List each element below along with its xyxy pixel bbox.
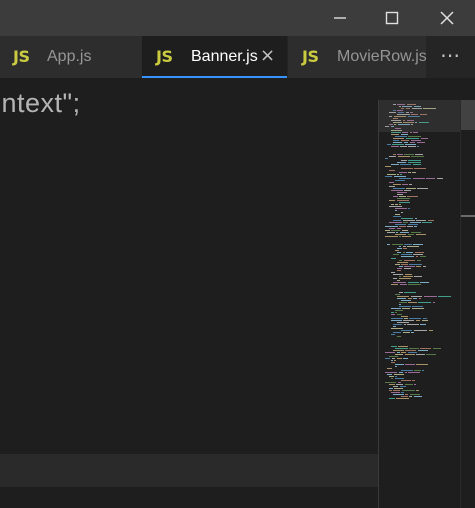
vertical-scrollbar[interactable]: [460, 100, 475, 508]
close-tab-icon[interactable]: ×: [260, 45, 275, 66]
tab-app-js[interactable]: JS App.js: [0, 36, 142, 78]
javascript-file-icon: JS: [302, 47, 319, 66]
tab-label: App.js: [47, 48, 92, 65]
scrollbar-marker: [461, 215, 475, 217]
minimap-viewport[interactable]: [379, 100, 461, 132]
close-window-button[interactable]: [424, 0, 470, 36]
maximize-icon: [385, 11, 399, 25]
tab-bar: JS App.js JS Banner.js × JS MovieRow.js …: [0, 36, 475, 78]
tab-label: Banner.js: [191, 48, 258, 65]
horizontal-scrollbar[interactable]: [0, 454, 378, 487]
code-editor[interactable]: ontext";: [0, 78, 378, 508]
minimap[interactable]: [378, 100, 461, 508]
tab-movierow-js[interactable]: JS MovieRow.js: [288, 36, 427, 78]
minimize-icon: [334, 17, 346, 19]
tab-label: MovieRow.js: [337, 48, 427, 65]
javascript-file-icon: JS: [13, 47, 30, 66]
code-line: ontext";: [0, 88, 81, 118]
more-actions-icon[interactable]: ⋯: [426, 36, 475, 78]
javascript-file-icon: JS: [156, 47, 173, 66]
minimap-code-preview: [385, 104, 451, 399]
scrollbar-thumb[interactable]: [461, 100, 475, 130]
close-icon: [440, 11, 454, 25]
minimize-button[interactable]: [317, 0, 363, 36]
title-bar: [0, 0, 475, 36]
maximize-button[interactable]: [369, 0, 415, 36]
tab-banner-js[interactable]: JS Banner.js ×: [142, 36, 287, 78]
